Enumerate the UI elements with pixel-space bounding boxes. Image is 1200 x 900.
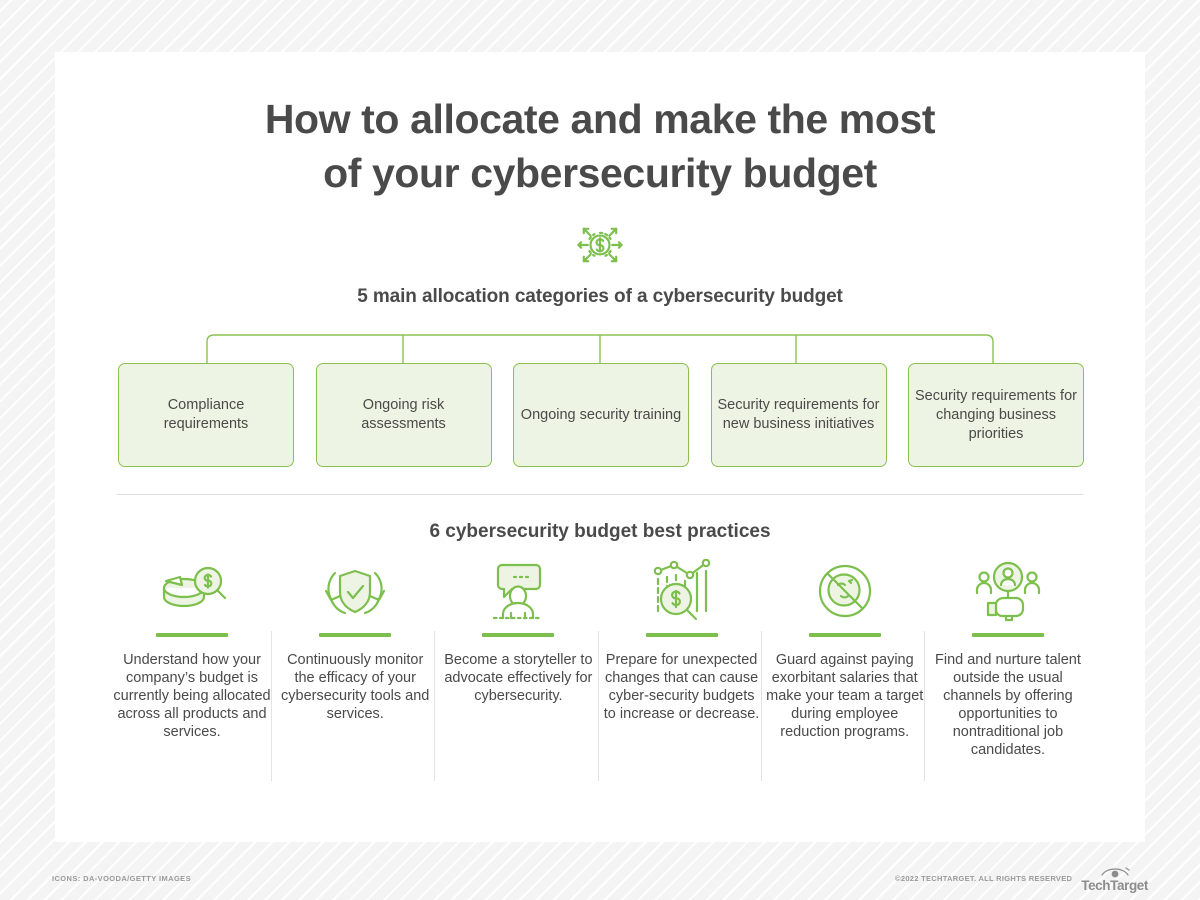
category-box-label: Ongoing risk assessments xyxy=(361,397,446,432)
category-box-ongoing-risk-assessments[interactable]: Ongoing risk assessments xyxy=(315,363,492,467)
practice-item-find-talent[interactable]: Find and nurture talent outside the usua… xyxy=(923,559,1088,781)
icon-underline xyxy=(645,633,718,637)
practice-item-prepare-changes[interactable]: Prepare for unexpected changes that can … xyxy=(597,559,762,781)
icon-underline xyxy=(156,633,228,637)
page-title: How to allocate and make the most of you… xyxy=(55,52,1145,200)
category-box-ongoing-security-training[interactable]: Ongoing security training xyxy=(513,363,689,467)
practice-text: Prepare for unexpected changes that can … xyxy=(603,652,760,722)
icon-credit: ICONS: DA-VOODA/GETTY IMAGES xyxy=(52,874,191,883)
category-box-new-business-initiatives[interactable]: Security requirements for new business i… xyxy=(710,363,887,467)
tree-connector-lines xyxy=(206,334,994,366)
practice-text: Become a storyteller to advocate effecti… xyxy=(444,652,593,704)
title-line-1: How to allocate and make the most xyxy=(264,96,936,142)
category-box-list: Compliance requirements Ongoing risk ass… xyxy=(118,363,1084,467)
pie-chart-magnifier-dollar-icon xyxy=(162,566,227,608)
category-box-label: Ongoing security training xyxy=(520,406,682,423)
practice-text: Understand how your company’s budget is … xyxy=(113,652,271,740)
practice-text: Guard against paying exorbitant salaries… xyxy=(766,652,924,740)
shield-check-refresh-icon xyxy=(325,569,386,615)
line-chart-magnifier-dollar-icon xyxy=(653,559,710,621)
category-box-changing-business-priorities[interactable]: Security requirements for changing busin… xyxy=(908,363,1084,467)
practices-heading: 6 cybersecurity budget best practices xyxy=(429,521,771,542)
practices-list: Understand how your company’s budget is … xyxy=(112,559,1088,781)
categories-tree: Compliance requirements Ongoing risk ass… xyxy=(55,330,1145,470)
practice-text: Continuously monitor the efficacy of you… xyxy=(281,652,430,722)
practice-item-understand-budget[interactable]: Understand how your company’s budget is … xyxy=(112,559,272,759)
footer-branding: ©2022 TECHTARGET. ALL RIGHTS RESERVED Te… xyxy=(895,866,1148,892)
category-box-label: Security requirements for new business i… xyxy=(717,397,880,432)
infographic-card: How to allocate and make the most of you… xyxy=(55,52,1145,842)
practice-item-guard-salaries[interactable]: Guard against paying exorbitant salaries… xyxy=(760,559,925,781)
icon-underline xyxy=(482,633,555,637)
practice-text: Find and nurture talent outside the usua… xyxy=(934,652,1081,758)
practice-item-storyteller[interactable]: Become a storyteller to advocate effecti… xyxy=(434,559,598,781)
categories-heading: 5 main allocation categories of a cybers… xyxy=(357,286,843,307)
category-box-compliance-requirements[interactable]: Compliance requirements xyxy=(118,363,294,467)
icon-underline xyxy=(971,633,1044,637)
title-line-2: of your cybersecurity budget xyxy=(323,150,877,196)
category-box-label: Compliance requirements xyxy=(163,397,249,432)
techtarget-logo: TechTarget xyxy=(1081,866,1148,892)
no-money-prohibition-icon xyxy=(818,564,871,618)
talent-search-people-icon xyxy=(975,561,1041,622)
category-box-label: Security requirements for changing busin… xyxy=(915,387,1077,442)
copyright-text: ©2022 TECHTARGET. ALL RIGHTS RESERVED xyxy=(895,873,1073,883)
icon-underline xyxy=(319,633,392,637)
budget-allocation-icon xyxy=(577,227,623,263)
icon-underline xyxy=(808,633,881,637)
person-speech-bubble-icon xyxy=(493,563,544,620)
practice-item-monitor-efficacy[interactable]: Continuously monitor the efficacy of you… xyxy=(271,559,435,781)
section-divider xyxy=(117,494,1083,495)
techtarget-wordmark: TechTarget xyxy=(1081,878,1148,893)
